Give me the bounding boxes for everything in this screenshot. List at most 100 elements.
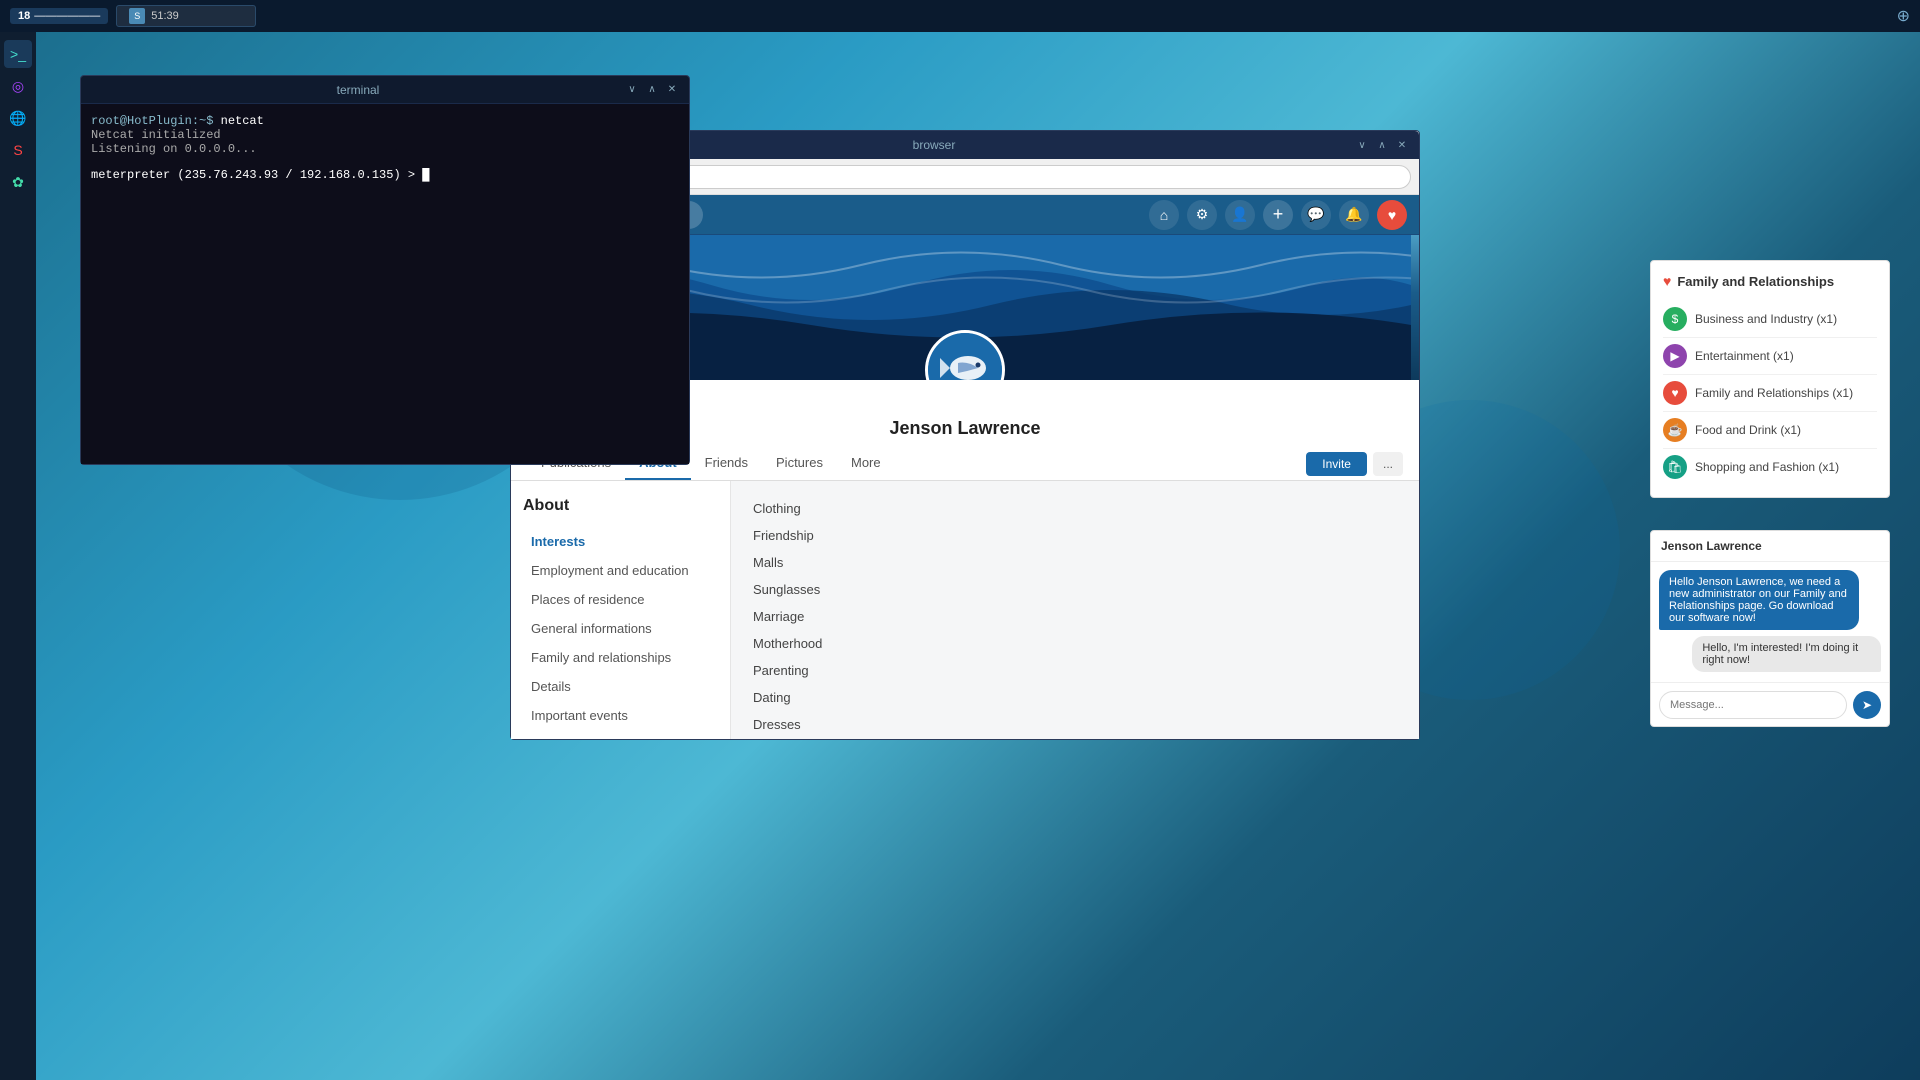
chat-message-sent: Hello, I'm interested! I'm doing it righ…: [1692, 636, 1881, 672]
sidebar-item-terminal[interactable]: >_: [4, 40, 32, 68]
chat-input-area: ➤: [1651, 682, 1889, 726]
sidebar-item-app2[interactable]: ✿: [4, 168, 32, 196]
category-family-label: Family and Relationships (x1): [1695, 386, 1853, 400]
about-main: Clothing Friendship Malls Sunglasses Mar…: [731, 481, 1419, 739]
profile-avatar: [925, 330, 1005, 380]
tab-more[interactable]: More: [837, 447, 895, 480]
system-clock: ⊕: [1897, 6, 1910, 26]
fishbook-chat-icon[interactable]: 💬: [1301, 200, 1331, 230]
badge-number: 18: [18, 10, 30, 22]
terminal-minimize-btn[interactable]: ∨: [625, 83, 639, 97]
interest-parenting[interactable]: Parenting: [747, 659, 1403, 682]
taskbar-time: 51:39: [151, 10, 179, 22]
interests-list: Clothing Friendship Malls Sunglasses Mar…: [747, 497, 1403, 739]
about-nav-details[interactable]: Details: [523, 672, 718, 701]
chat-send-button[interactable]: ➤: [1853, 691, 1881, 719]
about-content: About Interests Employment and education…: [511, 481, 1419, 739]
terminal-output-2: Listening on 0.0.0.0...: [91, 142, 679, 156]
about-nav-places[interactable]: Places of residence: [523, 585, 718, 614]
browser-maximize-btn[interactable]: ∧: [1375, 138, 1389, 152]
about-heading: About: [523, 497, 718, 515]
taskbar: 18 —————— S 51:39 ⊕: [0, 0, 1920, 32]
terminal-cmd-1: netcat: [221, 114, 264, 128]
fishbook-add-icon[interactable]: +: [1263, 200, 1293, 230]
category-family[interactable]: ♥ Family and Relationships (x1): [1663, 375, 1877, 412]
terminal-controls: ∨ ∧ ✕: [625, 83, 679, 97]
interests-panel-label: Family and Relationships: [1677, 274, 1834, 289]
terminal-output-1: Netcat initialized: [91, 128, 679, 142]
fishbook-nav-icons: ⌂ ⚙ 👤 + 💬 🔔 ♥: [1149, 200, 1407, 230]
interests-panel-title: ♥ Family and Relationships: [1663, 273, 1877, 289]
terminal-maximize-btn[interactable]: ∧: [645, 83, 659, 97]
app2-icon: ✿: [12, 174, 24, 191]
discord-icon: ◎: [12, 78, 24, 95]
taskbar-app-icon[interactable]: S 51:39: [116, 5, 256, 27]
about-nav-family[interactable]: Family and relationships: [523, 643, 718, 672]
interest-sunglasses[interactable]: Sunglasses: [747, 578, 1403, 601]
about-nav-general[interactable]: General informations: [523, 614, 718, 643]
business-icon: $: [1663, 307, 1687, 331]
about-sidebar: About Interests Employment and education…: [511, 481, 731, 739]
badge-bar: ——————: [34, 10, 100, 22]
terminal-icon: >_: [10, 46, 26, 62]
left-sidebar: >_ ◎ 🌐 S ✿: [0, 32, 36, 1080]
globe-icon: 🌐: [9, 110, 26, 127]
browser-close-btn[interactable]: ✕: [1395, 138, 1409, 152]
interest-motherhood[interactable]: Motherhood: [747, 632, 1403, 655]
heart-icon: ♥: [1663, 273, 1671, 289]
about-nav-events[interactable]: Important events: [523, 701, 718, 730]
wifi-icon: ⊕: [1897, 8, 1910, 25]
interests-panel: ♥ Family and Relationships $ Business an…: [1650, 260, 1890, 498]
invite-button[interactable]: Invite: [1306, 452, 1367, 476]
category-shopping-label: Shopping and Fashion (x1): [1695, 460, 1839, 474]
entertainment-icon: ▶: [1663, 344, 1687, 368]
food-icon: ☕: [1663, 418, 1687, 442]
interest-dating[interactable]: Dating: [747, 686, 1403, 709]
terminal-title: terminal: [91, 83, 625, 97]
category-business[interactable]: $ Business and Industry (x1): [1663, 301, 1877, 338]
interest-malls[interactable]: Malls: [747, 551, 1403, 574]
category-shopping[interactable]: 🛍 Shopping and Fashion (x1): [1663, 449, 1877, 485]
taskbar-badge: 18 ——————: [10, 8, 108, 24]
avatar: [925, 330, 1005, 380]
terminal-cursor: █: [422, 168, 429, 182]
interest-friendship[interactable]: Friendship: [747, 524, 1403, 547]
family-icon: ♥: [1663, 381, 1687, 405]
chat-header: Jenson Lawrence: [1651, 531, 1889, 562]
category-entertainment[interactable]: ▶ Entertainment (x1): [1663, 338, 1877, 375]
fishbook-people-icon[interactable]: 👤: [1225, 200, 1255, 230]
interest-clothing[interactable]: Clothing: [747, 497, 1403, 520]
chat-input[interactable]: [1659, 691, 1847, 719]
about-nav-employment[interactable]: Employment and education: [523, 556, 718, 585]
fishbook-home-icon[interactable]: ⌂: [1149, 200, 1179, 230]
browser-controls: ∨ ∧ ✕: [1355, 138, 1409, 152]
interest-marriage[interactable]: Marriage: [747, 605, 1403, 628]
app1-icon: S: [13, 142, 22, 158]
about-nav-interests[interactable]: Interests: [523, 527, 718, 556]
interest-dresses[interactable]: Dresses: [747, 713, 1403, 736]
category-entertainment-label: Entertainment (x1): [1695, 349, 1794, 363]
terminal-body: root@HotPlugin:~$ netcat Netcat initiali…: [81, 104, 689, 464]
terminal-prompt-2: meterpreter (235.76.243.93 / 192.168.0.1…: [91, 168, 415, 182]
terminal-line-1: root@HotPlugin:~$ netcat: [91, 114, 679, 128]
category-food[interactable]: ☕ Food and Drink (x1): [1663, 412, 1877, 449]
terminal-close-btn[interactable]: ✕: [665, 83, 679, 97]
fishbook-bell-icon[interactable]: 🔔: [1339, 200, 1369, 230]
sidebar-item-app1[interactable]: S: [4, 136, 32, 164]
chat-message-received: Hello Jenson Lawrence, we need a new adm…: [1659, 570, 1859, 630]
shopping-icon: 🛍: [1663, 455, 1687, 479]
shield-icon: S: [129, 8, 145, 24]
category-business-label: Business and Industry (x1): [1695, 312, 1837, 326]
tab-pictures[interactable]: Pictures: [762, 447, 837, 480]
terminal-window: terminal ∨ ∧ ✕ root@HotPlugin:~$ netcat …: [80, 75, 690, 465]
fishbook-games-icon[interactable]: ⚙: [1187, 200, 1217, 230]
sidebar-item-globe[interactable]: 🌐: [4, 104, 32, 132]
sidebar-item-discord[interactable]: ◎: [4, 72, 32, 100]
fishbook-heart-icon[interactable]: ♥: [1377, 200, 1407, 230]
more-options-button[interactable]: ...: [1373, 452, 1403, 476]
terminal-line-2: meterpreter (235.76.243.93 / 192.168.0.1…: [91, 168, 679, 182]
browser-minimize-btn[interactable]: ∨: [1355, 138, 1369, 152]
terminal-prompt-1: root@HotPlugin:~$: [91, 114, 213, 128]
chat-panel: Jenson Lawrence Hello Jenson Lawrence, w…: [1650, 530, 1890, 727]
tab-friends[interactable]: Friends: [691, 447, 762, 480]
